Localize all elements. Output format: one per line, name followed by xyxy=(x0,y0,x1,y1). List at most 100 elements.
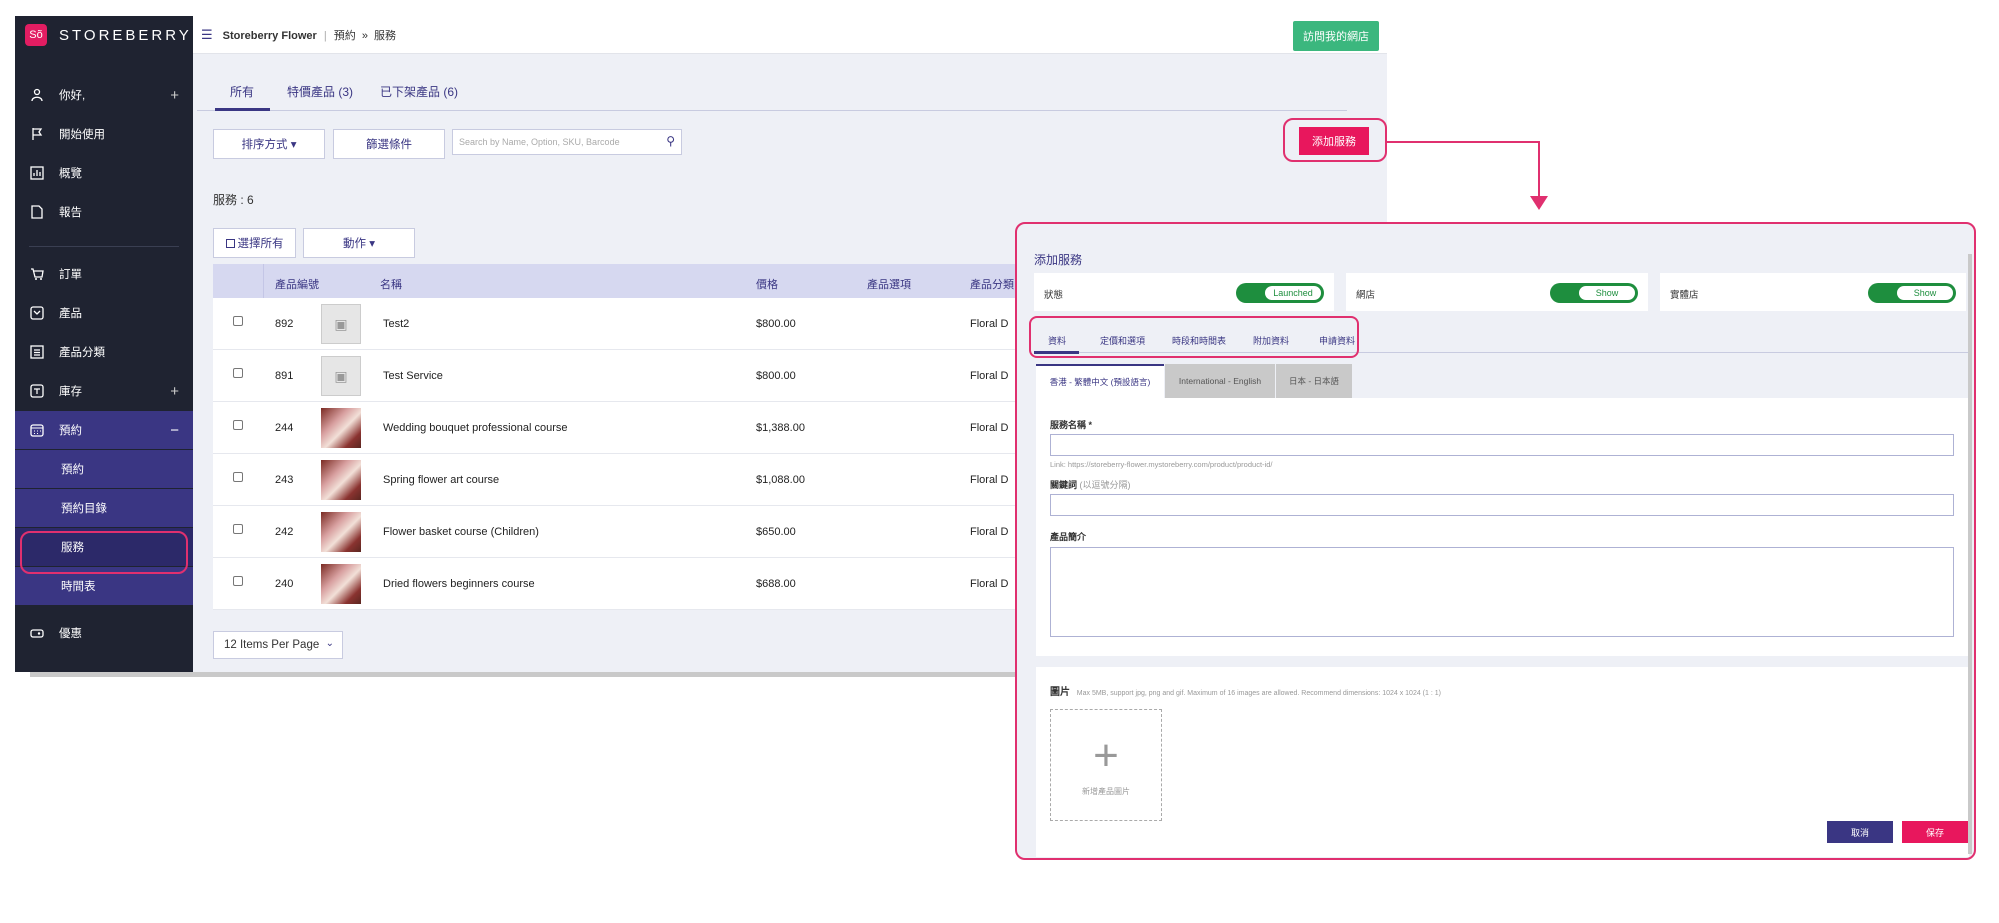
breadcrumb-parent[interactable]: 預約 xyxy=(334,30,356,42)
tab-unlisted-products[interactable]: 已下架產品 (6) xyxy=(380,83,458,100)
menu-toggle-icon[interactable]: ☰ xyxy=(201,27,213,43)
switch-label: 實體店 xyxy=(1670,290,1699,301)
product-price: $1,388.00 xyxy=(756,422,805,434)
sidebar-subitem-bookings[interactable]: 預約 xyxy=(15,450,193,488)
row-checkbox[interactable] xyxy=(233,420,243,430)
breadcrumb: Storeberry Flower | 預約 » 服務 xyxy=(222,29,397,42)
product-name[interactable]: Wedding bouquet professional course xyxy=(383,422,567,434)
product-price: $650.00 xyxy=(756,526,796,538)
online-store-toggle[interactable]: Show xyxy=(1550,283,1638,303)
product-id: 891 xyxy=(275,370,294,382)
highlight-ring-tabs xyxy=(1029,316,1359,358)
file-icon xyxy=(29,204,45,220)
sidebar-subitem-booking-catalog[interactable]: 預約目錄 xyxy=(15,489,193,527)
product-name[interactable]: Spring flower art course xyxy=(383,474,499,486)
tab-divider xyxy=(197,110,1347,111)
sidebar-item-label: 庫存 xyxy=(59,386,82,398)
product-thumbnail xyxy=(321,460,361,500)
product-category: Floral D xyxy=(970,318,1009,330)
service-name-input[interactable] xyxy=(1050,434,1954,456)
product-category: Floral D xyxy=(970,474,1009,486)
row-checkbox[interactable] xyxy=(233,316,243,326)
intro-textarea[interactable] xyxy=(1050,547,1954,637)
sidebar-item-greeting[interactable]: 你好, + xyxy=(15,76,193,114)
lang-tab-ja[interactable]: 日本 - 日本語 xyxy=(1276,364,1352,398)
cancel-button[interactable]: 取消 xyxy=(1827,821,1893,843)
column-header[interactable]: 產品選項 xyxy=(867,276,911,292)
product-thumbnail xyxy=(321,564,361,604)
sidebar-item-products[interactable]: 產品 xyxy=(15,294,193,332)
lang-tab-en[interactable]: International - English xyxy=(1165,364,1275,398)
product-price: $688.00 xyxy=(756,578,796,590)
sidebar-item-getting-started[interactable]: 開始使用 xyxy=(15,115,193,153)
sidebar-item-overview[interactable]: 概覽 xyxy=(15,154,193,192)
image-placeholder-icon: ▣ xyxy=(334,315,348,332)
sidebar-item-categories[interactable]: 產品分類 xyxy=(15,333,193,371)
column-header[interactable]: 價格 xyxy=(756,276,778,292)
product-name[interactable]: Test Service xyxy=(383,370,443,382)
product-name[interactable]: Flower basket course (Children) xyxy=(383,526,539,538)
checkbox-icon xyxy=(225,238,235,248)
modal-scrollbar[interactable] xyxy=(1968,254,1972,854)
link-hint: Link: https://storeberry-flower.mystoreb… xyxy=(1050,460,1273,469)
search-input[interactable]: Search by Name, Option, SKU, Barcode ⚲ xyxy=(452,129,682,155)
tab-sale-products[interactable]: 特價產品 (3) xyxy=(287,83,353,100)
sidebar-item-orders[interactable]: 訂單 xyxy=(15,255,193,293)
breadcrumb-store[interactable]: Storeberry Flower xyxy=(223,30,317,42)
chart-icon xyxy=(29,165,45,181)
collapse-icon[interactable]: − xyxy=(170,422,179,439)
row-checkbox[interactable] xyxy=(233,524,243,534)
action-button[interactable]: 動作 ▾ xyxy=(303,228,415,258)
product-thumbnail xyxy=(321,512,361,552)
save-button[interactable]: 保存 xyxy=(1902,821,1968,843)
chevron-down-icon: ⌄ xyxy=(325,638,334,649)
ticket-icon xyxy=(29,625,45,641)
product-thumbnail xyxy=(321,408,361,448)
expand-icon[interactable]: + xyxy=(170,383,179,400)
search-icon[interactable]: ⚲ xyxy=(666,134,675,148)
image-placeholder-icon: ▣ xyxy=(334,367,348,384)
brand[interactable]: Sõ STOREBERRY xyxy=(15,16,193,54)
expand-icon[interactable]: + xyxy=(170,87,179,104)
physical-store-toggle[interactable]: Show xyxy=(1868,283,1956,303)
upload-image-button[interactable]: + 新增產品圖片 xyxy=(1050,709,1162,821)
column-header[interactable]: 產品編號 xyxy=(275,276,319,292)
switch-label: 狀態 xyxy=(1044,290,1064,301)
service-count: 服務 : 6 xyxy=(213,193,254,207)
sidebar-item-reports[interactable]: 報告 xyxy=(15,193,193,231)
product-id: 243 xyxy=(275,474,294,486)
keywords-input[interactable] xyxy=(1050,494,1954,516)
items-per-page-select[interactable]: 12 Items Per Page ⌄ xyxy=(213,631,343,659)
tab-active-indicator xyxy=(215,108,270,111)
product-category: Floral D xyxy=(970,422,1009,434)
online-store-switch: 網店 Show xyxy=(1346,273,1648,311)
sidebar-item-booking[interactable]: 預約 − xyxy=(15,411,193,449)
sidebar-item-label: 你好, xyxy=(59,90,86,102)
calendar-icon xyxy=(29,422,45,438)
name-label: 服務名稱 * xyxy=(1050,420,1093,430)
status-switch: 狀態 Launched xyxy=(1034,273,1334,311)
storeberry-logo: Sõ xyxy=(25,24,47,46)
add-service-modal: 添加服務 狀態 Launched 網店 Show 實體店 Show 資料 定價和… xyxy=(1015,222,1976,860)
column-header[interactable]: 名稱 xyxy=(380,276,402,292)
list-icon xyxy=(29,344,45,360)
keywords-label: 關鍵詞 (以逗號分隔) xyxy=(1050,480,1131,490)
status-toggle[interactable]: Launched xyxy=(1236,283,1324,303)
product-name[interactable]: Dried flowers beginners course xyxy=(383,578,535,590)
sidebar-item-discounts[interactable]: 優惠 xyxy=(15,614,193,652)
product-category: Floral D xyxy=(970,578,1009,590)
filter-button[interactable]: 篩選條件 xyxy=(333,129,445,159)
row-checkbox[interactable] xyxy=(233,368,243,378)
select-all-button[interactable]: 選擇所有 xyxy=(213,228,296,258)
row-checkbox[interactable] xyxy=(233,472,243,482)
visit-store-button[interactable]: 訪問我的網店 xyxy=(1293,21,1379,51)
row-checkbox[interactable] xyxy=(233,576,243,586)
product-name[interactable]: Test2 xyxy=(383,318,409,330)
sidebar: Sõ STOREBERRY 你好, + 開始使用 概覽 報告 訂單 產品 產品分… xyxy=(15,16,193,672)
product-price: $800.00 xyxy=(756,318,796,330)
sidebar-item-inventory[interactable]: 庫存 + xyxy=(15,372,193,410)
column-header[interactable]: 產品分類 xyxy=(970,276,1014,292)
tab-all[interactable]: 所有 xyxy=(230,83,254,100)
sort-button[interactable]: 排序方式 ▾ xyxy=(213,129,325,159)
lang-tab-zh-hk[interactable]: 香港 - 繁體中文 (預設語言) xyxy=(1036,364,1164,398)
